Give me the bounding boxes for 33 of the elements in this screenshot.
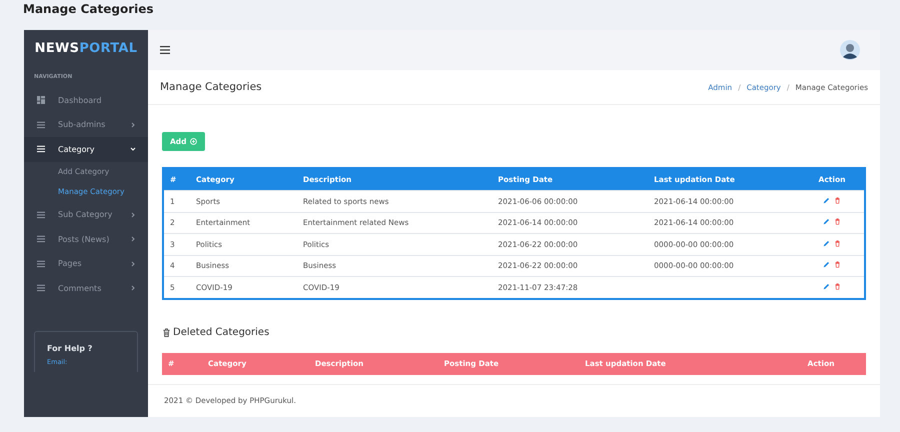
trash-icon (162, 328, 171, 336)
delete-icon[interactable] (834, 240, 842, 247)
nav-item[interactable]: Sub Category (24, 202, 148, 227)
list-icon (37, 284, 45, 292)
list-icon (37, 260, 45, 268)
menu-icon[interactable] (160, 46, 170, 54)
logo[interactable]: NEWSPORTAL (24, 30, 148, 68)
nav-item[interactable]: Pages (24, 252, 148, 276)
avatar-icon[interactable] (840, 40, 860, 60)
nav-item[interactable]: Dashboard (24, 88, 148, 112)
plus-circle-icon (190, 138, 197, 145)
delete-icon[interactable] (834, 218, 842, 226)
edit-icon[interactable] (822, 218, 830, 226)
edit-icon[interactable] (822, 240, 830, 247)
delete-icon[interactable] (834, 282, 842, 290)
list-icon (37, 120, 45, 129)
edit-icon[interactable] (822, 196, 830, 204)
nav-item[interactable]: Posts (News) (24, 227, 148, 252)
nav-item[interactable]: Category (24, 137, 148, 162)
nav-item[interactable]: Comments (24, 276, 148, 300)
content-title: Manage Categories (160, 81, 262, 93)
page-title: Manage Categories (22, 1, 155, 18)
delete-icon[interactable] (834, 261, 842, 268)
list-icon (37, 210, 45, 219)
section-title: Deleted Categories (173, 326, 270, 338)
help-title: For Help ? (47, 344, 94, 353)
delete-icon[interactable] (834, 196, 842, 204)
edit-icon[interactable] (822, 261, 830, 268)
dashboard-icon (37, 96, 45, 104)
list-icon (37, 235, 45, 244)
list-icon (37, 145, 45, 154)
nav-item[interactable]: Sub-admins (24, 112, 148, 137)
edit-icon[interactable] (822, 282, 830, 290)
